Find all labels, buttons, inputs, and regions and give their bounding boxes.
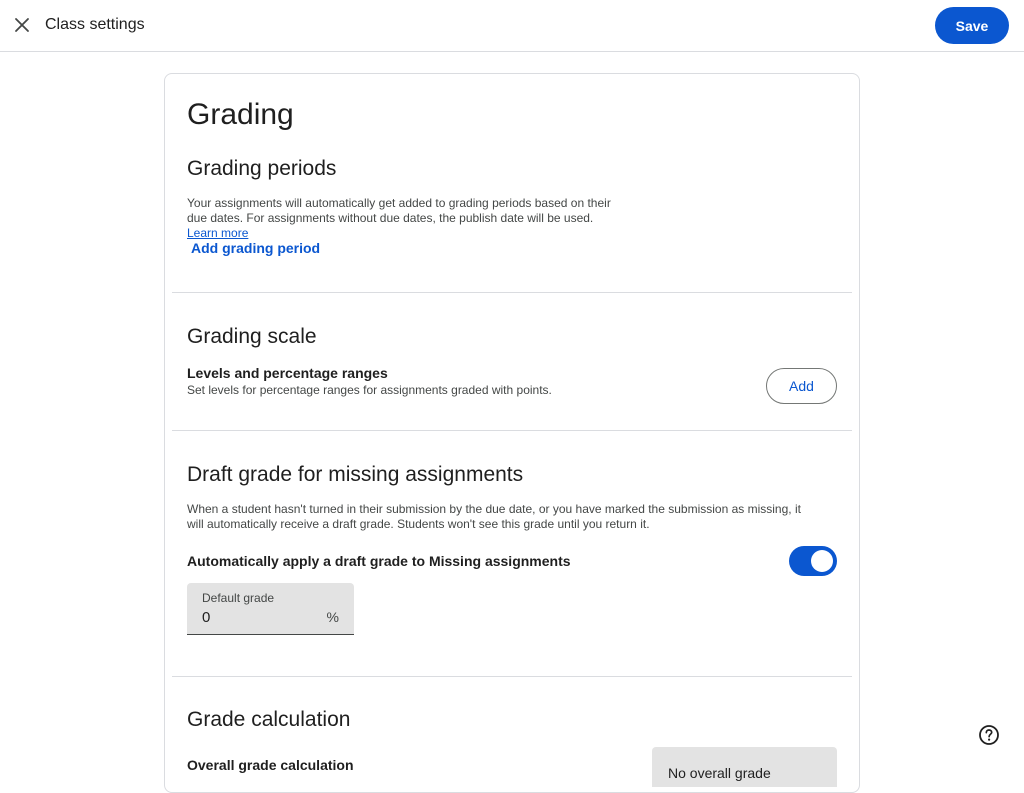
draft-grade-description: When a student hasn't turned in their su… bbox=[187, 502, 801, 531]
divider bbox=[172, 676, 852, 677]
divider bbox=[172, 292, 852, 293]
section-title-grading: Grading bbox=[187, 98, 294, 131]
draft-grade-heading: Draft grade for missing assignments bbox=[187, 463, 524, 486]
add-grading-period-button[interactable]: Add grading period bbox=[191, 240, 320, 256]
close-icon bbox=[15, 18, 29, 32]
add-grading-scale-button[interactable]: Add bbox=[766, 368, 837, 404]
overall-grade-select-value: No overall grade bbox=[668, 765, 771, 781]
grade-calculation-heading: Grade calculation bbox=[187, 708, 351, 731]
grading-periods-description: Your assignments will automatically get … bbox=[187, 196, 627, 241]
default-grade-field[interactable]: Default grade 0 % bbox=[187, 583, 354, 635]
auto-draft-grade-toggle[interactable] bbox=[789, 546, 837, 576]
overall-grade-calculation-label: Overall grade calculation bbox=[187, 757, 354, 773]
app-bar: Class settings Save bbox=[0, 0, 1024, 52]
levels-ranges-label: Levels and percentage ranges bbox=[187, 365, 388, 381]
help-circle-icon bbox=[979, 725, 999, 745]
toggle-knob bbox=[811, 550, 833, 572]
page-title: Class settings bbox=[45, 16, 145, 33]
divider bbox=[172, 430, 852, 431]
default-grade-label: Default grade bbox=[202, 591, 275, 605]
default-grade-value[interactable]: 0 bbox=[202, 609, 210, 626]
levels-ranges-description: Set levels for percentage ranges for ass… bbox=[187, 383, 552, 397]
auto-draft-grade-label: Automatically apply a draft grade to Mis… bbox=[187, 553, 571, 569]
grading-card: Grading Grading periods Your assignments… bbox=[164, 73, 860, 793]
save-button[interactable]: Save bbox=[935, 7, 1009, 44]
percent-suffix: % bbox=[326, 609, 339, 625]
learn-more-link[interactable]: Learn more bbox=[187, 226, 248, 240]
grading-periods-text: Your assignments will automatically get … bbox=[187, 196, 611, 225]
overall-grade-select[interactable]: No overall grade bbox=[652, 747, 837, 787]
grading-scale-heading: Grading scale bbox=[187, 325, 317, 348]
help-button[interactable] bbox=[976, 722, 1002, 748]
grading-periods-heading: Grading periods bbox=[187, 157, 337, 180]
close-button[interactable] bbox=[8, 11, 36, 39]
